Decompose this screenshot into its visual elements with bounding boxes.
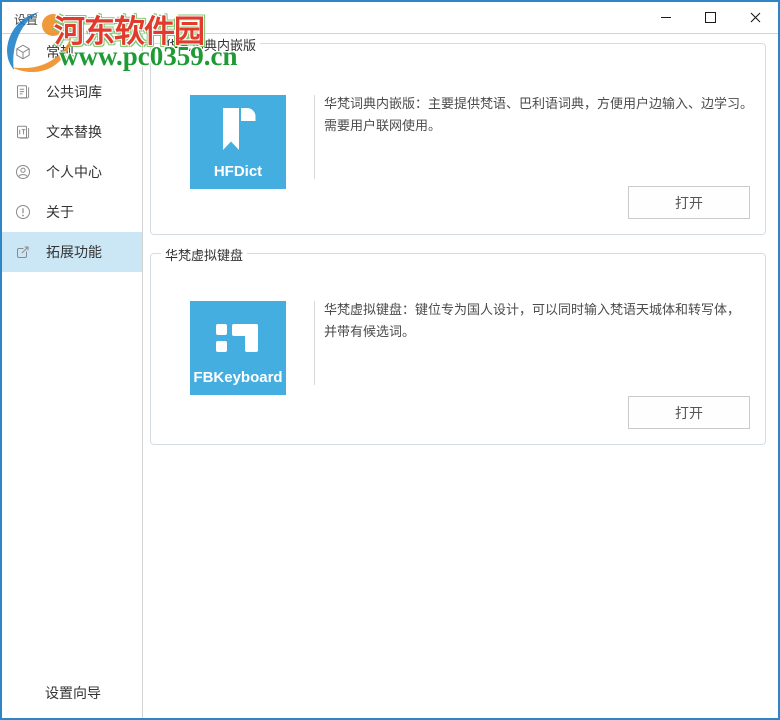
hfdict-tile-label: HFDict bbox=[213, 163, 263, 180]
fbkeyboard-group-label: 华梵虚拟键盘 bbox=[161, 245, 248, 264]
sidebar-item-public-lexicon[interactable]: 公共词库 bbox=[2, 72, 142, 112]
sidebar-item-setup-wizard[interactable]: 设置向导 bbox=[2, 681, 142, 705]
about-icon bbox=[16, 205, 30, 219]
fbkeyboard-tile: FBKeyboard bbox=[190, 301, 286, 395]
settings-window: 设置 常规 公共词库 文本替换 个人中心 关于 拓展功能 设置向导 华梵词典内嵌… bbox=[0, 0, 780, 720]
dictionary-icon bbox=[17, 85, 30, 99]
sidebar-item-general[interactable]: 常规 bbox=[2, 32, 142, 72]
hfdict-description-line2: 需要用户联网使用。 bbox=[324, 118, 442, 133]
title-bar: 设置 bbox=[2, 2, 778, 34]
external-link-icon bbox=[17, 246, 29, 258]
fbkeyboard-description-line1: 华梵虚拟键盘：键位专为国人设计，可以同时输入梵语天城体和转写体， bbox=[324, 302, 741, 317]
window-controls bbox=[643, 2, 778, 33]
sidebar-item-text-replace[interactable]: 文本替换 bbox=[2, 112, 142, 152]
minimize-icon bbox=[660, 17, 671, 18]
open-fbkeyboard-button[interactable]: 打开 bbox=[628, 396, 750, 429]
hfdict-description-line1: 华梵词典内嵌版：主要提供梵语、巴利语词典，方便用户边输入、边学习。 bbox=[324, 96, 754, 111]
sidebar-item-personal-center[interactable]: 个人中心 bbox=[2, 152, 142, 192]
fbkeyboard-description: 华梵虚拟键盘：键位专为国人设计，可以同时输入梵语天城体和转写体， 并带有候选词。 bbox=[324, 299, 764, 343]
text-replace-icon bbox=[17, 125, 30, 139]
bookmark-icon bbox=[223, 108, 256, 150]
sidebar-item-label: 设置向导 bbox=[45, 685, 101, 701]
keyboard-icon bbox=[216, 324, 258, 352]
hfdict-group-label: 华梵词典内嵌版 bbox=[161, 35, 261, 54]
hfdict-tile: HFDict bbox=[190, 95, 286, 189]
sidebar-item-about[interactable]: 关于 bbox=[2, 192, 142, 232]
sidebar-item-label: 拓展功能 bbox=[46, 244, 102, 260]
window-title: 设置 bbox=[14, 13, 39, 27]
hfdict-description: 华梵词典内嵌版：主要提供梵语、巴利语词典，方便用户边输入、边学习。 需要用户联网… bbox=[324, 93, 764, 137]
sidebar-item-extensions[interactable]: 拓展功能 bbox=[2, 232, 142, 272]
maximize-button[interactable] bbox=[688, 2, 733, 33]
close-icon bbox=[750, 12, 761, 23]
hfdict-separator bbox=[314, 95, 315, 179]
sidebar-item-label: 公共词库 bbox=[46, 84, 102, 100]
maximize-icon bbox=[705, 12, 716, 23]
cube-icon bbox=[16, 44, 30, 60]
fbkeyboard-description-line2: 并带有候选词。 bbox=[324, 324, 416, 339]
sidebar-item-label: 个人中心 bbox=[46, 164, 102, 180]
fbkeyboard-tile-label: FBKeyboard bbox=[193, 369, 283, 386]
open-hfdict-button[interactable]: 打开 bbox=[628, 186, 750, 219]
sidebar-item-label: 常规 bbox=[46, 44, 74, 60]
sidebar-item-label: 文本替换 bbox=[46, 124, 102, 140]
sidebar-divider bbox=[142, 33, 143, 718]
user-icon bbox=[16, 165, 30, 179]
fbkeyboard-separator bbox=[314, 301, 315, 385]
close-button[interactable] bbox=[733, 2, 778, 33]
minimize-button[interactable] bbox=[643, 2, 688, 33]
sidebar-item-label: 关于 bbox=[46, 204, 74, 220]
